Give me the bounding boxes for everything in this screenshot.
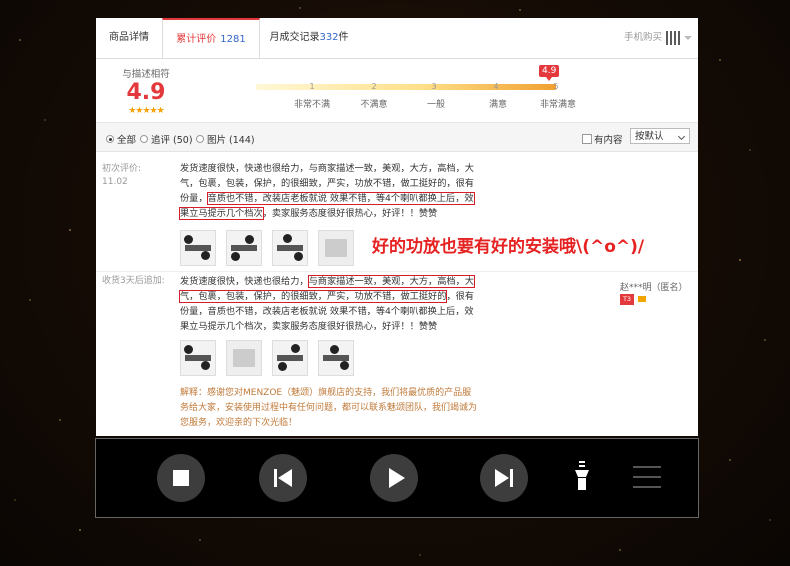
review-followup-meta: 收货3天后追加: — [102, 275, 165, 288]
chevron-down-icon — [677, 132, 686, 141]
flashlight-icon[interactable] — [574, 461, 590, 491]
scale-level-label: 非常不满 — [293, 100, 330, 110]
filter-all-label: 全部 — [117, 135, 137, 146]
menu-icon[interactable] — [633, 466, 661, 496]
filter-all-radio[interactable]: 全部 — [106, 132, 136, 146]
product-review-panel: 商品详情 累计评价 1281 月成交记录332件 手机购买 与描述相符 4.9 ★… — [96, 18, 698, 436]
filter-followup-label: 追评 (50) — [151, 135, 193, 146]
tab-reviews-count: 1281 — [220, 34, 246, 45]
previous-icon — [274, 469, 277, 487]
review-date: 11.02 — [102, 177, 128, 187]
review-photo-thumbnail[interactable] — [318, 340, 354, 376]
review-divider — [96, 271, 698, 272]
tab-sales-label: 月成交记录 — [269, 32, 320, 43]
seller-reply-text: 解释：感谢您对MENZOE（魅颂）旗舰店的支持，我们将最优质的产品服务给大家，安… — [180, 388, 478, 428]
rating-scale-bar — [256, 84, 556, 90]
scale-level-label: 非常满意 — [539, 100, 576, 110]
checkbox-icon — [582, 134, 592, 144]
scale-tick: 3 — [431, 82, 437, 91]
tab-sales-records[interactable]: 月成交记录332件 — [264, 18, 354, 58]
review-photo-thumbnail[interactable] — [180, 340, 216, 376]
review-photo-thumbnail[interactable] — [180, 230, 216, 266]
mobile-buy-label: 手机购买 — [623, 32, 662, 43]
rating-stars-icon: ★★★★★ — [128, 106, 164, 116]
next-icon — [510, 469, 513, 487]
rating-label: 与描述相符 — [122, 69, 170, 80]
stop-button[interactable] — [157, 454, 205, 502]
scale-level-label: 满意 — [488, 100, 507, 110]
stop-icon — [173, 470, 189, 486]
rating-score: 4.9 — [126, 80, 166, 105]
media-player-controls — [95, 438, 699, 518]
reviewer-name: 赵***明（匿名） — [620, 283, 688, 293]
has-content-checkbox[interactable]: 有内容 — [582, 132, 623, 146]
review-initial-images — [180, 230, 354, 266]
review-photo-thumbnail[interactable] — [318, 230, 354, 266]
scale-tick: 5 — [553, 82, 559, 91]
review-followup-text: 发货速度很快，快递也很给力，与商家描述一致，美观，大方，高档，大气，包裹，包装，… — [179, 274, 480, 334]
diamond-icon — [638, 296, 646, 302]
play-icon — [389, 468, 405, 488]
tab-reviews[interactable]: 累计评价 1281 — [162, 18, 260, 58]
tab-product-details-label: 商品详情 — [109, 32, 149, 43]
next-icon — [495, 469, 509, 487]
scale-tick: 1 — [309, 82, 315, 91]
review-followup-label: 收货3天后追加: — [102, 276, 165, 286]
sort-select-value: 按默认 — [635, 131, 664, 142]
qr-code-icon — [666, 30, 680, 45]
scale-level-label: 不满意 — [360, 100, 388, 110]
previous-button[interactable] — [259, 454, 307, 502]
radio-selected-icon — [106, 135, 114, 143]
tab-sales-count: 332 — [319, 32, 339, 43]
review-text-part: 发货速度很快，快递也很给力， — [180, 276, 309, 287]
radio-icon — [196, 135, 204, 143]
rating-summary: 与描述相符 4.9 ★★★★★ — [106, 66, 186, 116]
user-level-badge: T3 — [620, 294, 634, 305]
play-button[interactable] — [370, 454, 418, 502]
tab-sales-unit: 件 — [338, 32, 349, 43]
scale-tick: 2 — [371, 82, 377, 91]
review-photo-thumbnail[interactable] — [226, 340, 262, 376]
tab-bar: 商品详情 累计评价 1281 月成交记录332件 手机购买 — [96, 18, 698, 59]
rating-bubble: 4.9 — [539, 65, 560, 81]
review-initial-meta: 初次评价: 11.02 — [102, 163, 141, 189]
review-followup-images — [180, 340, 354, 376]
tab-reviews-label: 累计评价 — [176, 34, 217, 45]
filter-images-label: 图片 (144) — [207, 135, 255, 146]
review-photo-thumbnail[interactable] — [272, 230, 308, 266]
promo-callout-text: 好的功放也要有好的安装哦\(^o^)/ — [372, 237, 645, 257]
has-content-label: 有内容 — [594, 135, 623, 146]
filter-images-radio[interactable]: 图片 (144) — [196, 132, 255, 146]
review-filter-bar: 全部 追评 (50) 图片 (144) 有内容 按默认 — [96, 122, 698, 152]
radio-icon — [140, 135, 148, 143]
review-photo-thumbnail[interactable] — [226, 230, 262, 266]
previous-icon — [278, 469, 292, 487]
review-photo-thumbnail[interactable] — [272, 340, 308, 376]
scale-level-label: 一般 — [426, 100, 445, 110]
mobile-buy-link[interactable]: 手机购买 — [624, 18, 692, 58]
scale-tick: 4 — [493, 82, 499, 91]
next-button[interactable] — [480, 454, 528, 502]
sort-select[interactable]: 按默认 — [630, 128, 690, 144]
filter-followup-radio[interactable]: 追评 (50) — [140, 132, 193, 146]
review-initial-text: 发货速度很快，快递也很给力，与商家描述一致，美观，大方，高档，大气，包裹，包装，… — [179, 161, 480, 221]
tab-product-details[interactable]: 商品详情 — [96, 18, 162, 58]
review-initial-label: 初次评价: — [102, 164, 142, 174]
review-text-part: ，卖家服务态度很好很热心，好评！！赞赞 — [262, 208, 438, 219]
chevron-down-icon — [684, 35, 692, 40]
